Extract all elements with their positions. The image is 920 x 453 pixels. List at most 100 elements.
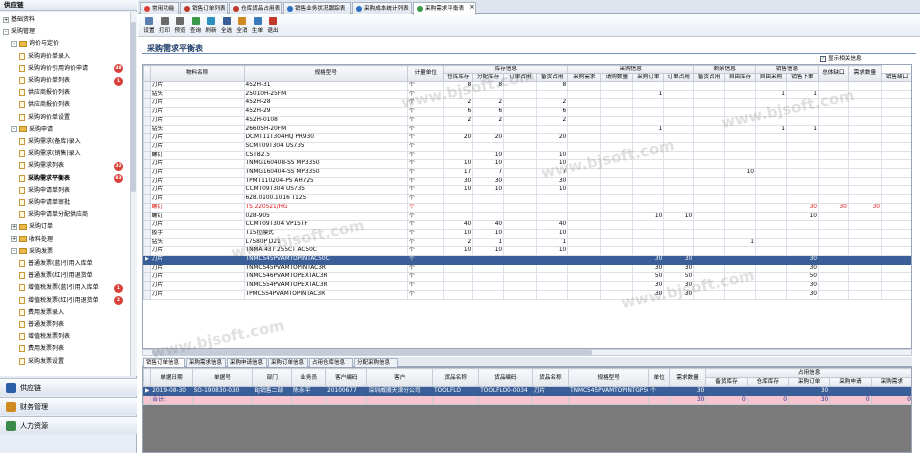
row-indicator[interactable]	[143, 237, 151, 248]
table-row[interactable]: 刀片 TNMA 43T 255CT AC50C 个 10 10 10	[143, 246, 911, 257]
row-indicator[interactable]	[143, 107, 151, 117]
row-indicator[interactable]	[143, 220, 151, 230]
doc-tab[interactable]: 采购需求平衡表	[413, 2, 476, 15]
tree-item[interactable]: + 基础资料	[3, 14, 35, 26]
row-indicator[interactable]	[143, 150, 151, 161]
tree-item[interactable]: 采购询价引用询价申请	[19, 63, 88, 75]
row-indicator[interactable]	[143, 228, 151, 239]
tree-item[interactable]: 费用发票列表	[19, 343, 64, 355]
tree-item[interactable]: 普通发票(红)引用退货单	[19, 270, 93, 282]
tree-item[interactable]: 采购需求(销售)录入	[19, 148, 81, 160]
tree-item[interactable]: 采购询价单录入	[19, 51, 70, 63]
row-indicator[interactable]	[143, 263, 151, 274]
table-row[interactable]: 刀片 CCMT09T304 US735 个 10 10 10	[143, 185, 911, 196]
table-row[interactable]: 刀片 TNMG160404-SS MP3350 个 17 7 7 10	[143, 168, 911, 178]
table-row[interactable]: 刀片 TNMG160408-SS MP3350 个 10 10 10	[143, 159, 911, 170]
table-row[interactable]: 螺钉 028-905 个 10 10 10	[143, 211, 911, 222]
table-row[interactable]: 刀片 TNMC554PVAMTOPEXTAC3R 个 30 30 30	[143, 281, 911, 291]
tree-item[interactable]: 采购需求(备库)录入	[19, 136, 81, 148]
toolbar-button-8[interactable]: 退出	[266, 17, 280, 34]
row-indicator[interactable]: ▶	[143, 386, 152, 396]
tree-item[interactable]: 采购申请单分配供应商	[19, 209, 88, 221]
row-indicator[interactable]	[143, 98, 151, 109]
tree-item[interactable]: 采购需求平衡表	[19, 173, 70, 185]
toolbar-button-5[interactable]: 全选	[220, 17, 234, 34]
row-indicator[interactable]	[143, 115, 151, 126]
table-row[interactable]: 刀片 452H-31 个 8 8 8	[143, 81, 911, 91]
doc-tab[interactable]: 采购成本统计列表	[352, 2, 412, 14]
table-row[interactable]: 刀片 452H-28 个 2 2 2	[143, 98, 911, 109]
tree-item[interactable]: 费用发票录入	[19, 307, 64, 319]
row-indicator[interactable]	[143, 246, 151, 257]
row-indicator[interactable]	[143, 272, 151, 283]
row-indicator[interactable]	[143, 194, 151, 204]
row-indicator[interactable]	[143, 159, 151, 170]
toolbar-button-1[interactable]: 打印	[158, 17, 172, 34]
tree-item[interactable]: 普通发票(蓝)引用入库单	[19, 258, 93, 270]
tree-item[interactable]: 增值税发票(红)引用退货单	[19, 295, 99, 307]
row-indicator[interactable]	[143, 168, 151, 178]
expand-toggle-icon[interactable]: +	[11, 223, 17, 230]
row-indicator[interactable]	[143, 211, 151, 222]
table-row[interactable]: 刀片 TNMC546PVAMTOPEXTAC3R 个 50 50 50	[143, 272, 911, 283]
expand-toggle-icon[interactable]: +	[3, 16, 9, 23]
expand-toggle-icon[interactable]: -	[11, 40, 17, 47]
table-row[interactable]: 钻头 25010H-25FM 个 1 1 1	[143, 89, 911, 100]
checkbox-icon[interactable]: ✓	[820, 55, 826, 62]
tree-item[interactable]: 增值税发票(蓝)引用入库单	[19, 282, 99, 294]
row-indicator[interactable]	[143, 133, 151, 143]
grid-scrollbar-thumb[interactable]	[152, 350, 592, 355]
tree-item[interactable]: - 采购管理	[3, 26, 35, 38]
nav-button[interactable]: 供应链	[0, 378, 137, 396]
detail-tab[interactable]: 分配采购信息	[354, 358, 398, 367]
row-indicator[interactable]	[143, 124, 151, 135]
toolbar-button-4[interactable]: 刷新	[204, 17, 218, 34]
tree-item[interactable]: 供应商报价列表	[19, 99, 70, 111]
tree-item[interactable]: 采购询价单设置	[19, 112, 70, 124]
table-row[interactable]: 扳手 T15拉膜式个 10 10 10	[143, 228, 911, 239]
row-indicator[interactable]	[143, 89, 151, 100]
tree-item[interactable]: + 采购订单	[11, 221, 53, 233]
detail-tab[interactable]: 销售订单信息	[143, 358, 185, 367]
doc-tab[interactable]: 销售订单列表	[180, 2, 228, 14]
table-row[interactable]: 刀片 CCMT09T304 VP15TF 个 40 40 40	[143, 220, 911, 230]
row-indicator[interactable]	[143, 289, 151, 300]
doc-tab[interactable]: 销售业务状况跟踪表	[283, 2, 351, 14]
tree-item[interactable]: 采购申请单列表	[19, 185, 70, 197]
table-row[interactable]: 刀片 452H-29 个 6 6 6	[143, 107, 911, 117]
table-row[interactable]: 刀片 628.0100.1016 T125 个	[143, 194, 911, 204]
tree-item[interactable]: 采购申请单审批	[19, 197, 70, 209]
expand-toggle-icon[interactable]: +	[11, 236, 17, 243]
tree-scrollbar-thumb[interactable]	[131, 22, 136, 192]
row-indicator[interactable]	[143, 202, 151, 213]
doc-tab[interactable]: 仓库货品占用表	[229, 2, 282, 14]
table-row[interactable]: 螺钉 TS 220521/HG 个 30 30 30	[143, 202, 911, 213]
tree-item[interactable]: - 采购申请	[11, 124, 53, 136]
tree-item[interactable]: - 采购发票	[11, 246, 53, 258]
row-indicator[interactable]	[143, 176, 151, 187]
tree-item[interactable]: 增值税发票列表	[19, 331, 70, 343]
table-row[interactable]: 钻头 26605H-20FM 个 1 1 1	[143, 124, 911, 135]
detail-tab[interactable]: 占用仓库信息	[309, 358, 353, 367]
row-indicator[interactable]: ▶	[143, 255, 151, 265]
detail-tab[interactable]: 采购申请信息	[227, 358, 267, 367]
nav-button[interactable]: 人力资源	[0, 416, 137, 434]
row-indicator[interactable]	[143, 81, 151, 91]
show-related-checkbox[interactable]: ✓ 显示相关信息	[820, 54, 862, 62]
toolbar-button-2[interactable]: 预览	[173, 17, 187, 34]
tree-item[interactable]: 供应商报价列表	[19, 87, 70, 99]
toolbar-button-0[interactable]: 设置	[142, 17, 156, 34]
tree-item[interactable]: 普通发票列表	[19, 319, 64, 331]
row-indicator[interactable]	[143, 141, 151, 152]
table-row[interactable]: 钻头 L7580P D21 个 2 1 1 1	[143, 237, 911, 248]
detail-row[interactable]: ▶ 2019-08-30 SO-190830-030 BJ销售二部 陈永平 2010067…	[143, 386, 911, 396]
table-row[interactable]: 刀片 452H-0108 个 2 2 2	[143, 115, 911, 126]
nav-button[interactable]: 财务管理	[0, 397, 137, 415]
doc-tab[interactable]: 常用功能	[140, 2, 179, 14]
expand-toggle-icon[interactable]: -	[11, 248, 17, 255]
row-indicator[interactable]	[143, 185, 151, 196]
expand-toggle-icon[interactable]: -	[3, 28, 9, 35]
tree-item[interactable]: + 收料处理	[11, 234, 53, 246]
tree-item[interactable]: 采购需求列表	[19, 160, 64, 172]
tree-item[interactable]: 采购询价单列表	[19, 75, 70, 87]
